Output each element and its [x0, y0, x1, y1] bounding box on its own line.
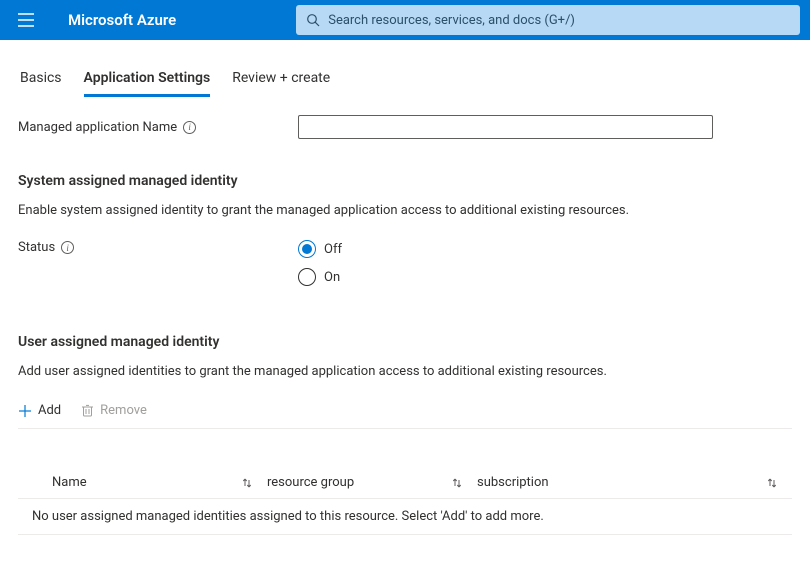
- status-radio-group: Off On: [298, 240, 342, 286]
- remove-button[interactable]: Remove: [81, 403, 147, 418]
- menu-icon[interactable]: [10, 13, 42, 27]
- status-label: Status i: [18, 240, 298, 255]
- col-label: resource group: [267, 475, 354, 490]
- sort-icon[interactable]: [766, 477, 778, 489]
- search-icon: [306, 13, 320, 27]
- status-radio-on[interactable]: On: [298, 268, 342, 286]
- user-identity-desc: Add user assigned identities to grant th…: [18, 364, 792, 379]
- radio-icon: [298, 268, 316, 286]
- info-icon[interactable]: i: [183, 121, 196, 134]
- trash-icon: [81, 404, 94, 418]
- system-identity-title: System assigned managed identity: [18, 173, 792, 189]
- col-name[interactable]: Name: [52, 475, 267, 490]
- system-identity-desc: Enable system assigned identity to grant…: [18, 203, 792, 218]
- identity-toolbar: Add Remove: [18, 403, 792, 429]
- label-text: Managed application Name: [18, 120, 177, 135]
- col-subscription[interactable]: subscription: [477, 475, 782, 490]
- identities-table: Name resource group subscription No user…: [18, 467, 792, 535]
- managed-app-name-input[interactable]: [298, 115, 713, 139]
- radio-icon: [298, 240, 316, 258]
- radio-label: On: [324, 270, 340, 285]
- radio-label: Off: [324, 242, 342, 257]
- info-icon[interactable]: i: [61, 241, 74, 254]
- table-empty-row: No user assigned managed identities assi…: [18, 499, 792, 535]
- tab-strip: Basics Application Settings Review + cre…: [18, 58, 792, 97]
- managed-app-name-label: Managed application Name i: [18, 120, 298, 135]
- tab-application-settings[interactable]: Application Settings: [84, 62, 211, 97]
- table-header: Name resource group subscription: [18, 467, 792, 499]
- add-button[interactable]: Add: [18, 403, 61, 418]
- search-placeholder: Search resources, services, and docs (G+…: [328, 13, 575, 28]
- brand-label[interactable]: Microsoft Azure: [68, 11, 176, 29]
- azure-topbar: Microsoft Azure Search resources, servic…: [0, 0, 810, 40]
- sort-icon[interactable]: [241, 477, 253, 489]
- managed-app-name-row: Managed application Name i: [18, 115, 792, 139]
- status-row: Status i Off On: [18, 240, 792, 286]
- page-content: Basics Application Settings Review + cre…: [0, 40, 810, 565]
- search-input[interactable]: Search resources, services, and docs (G+…: [296, 5, 800, 35]
- col-label: Name: [52, 475, 87, 490]
- col-label: subscription: [477, 475, 549, 490]
- col-resource-group[interactable]: resource group: [267, 475, 477, 490]
- button-label: Add: [38, 403, 61, 418]
- label-text: Status: [18, 240, 55, 255]
- tab-review-create[interactable]: Review + create: [232, 62, 330, 97]
- sort-icon[interactable]: [451, 477, 463, 489]
- status-radio-off[interactable]: Off: [298, 240, 342, 258]
- user-identity-title: User assigned managed identity: [18, 334, 792, 350]
- button-label: Remove: [100, 403, 147, 418]
- plus-icon: [18, 404, 32, 418]
- tab-basics[interactable]: Basics: [20, 62, 62, 97]
